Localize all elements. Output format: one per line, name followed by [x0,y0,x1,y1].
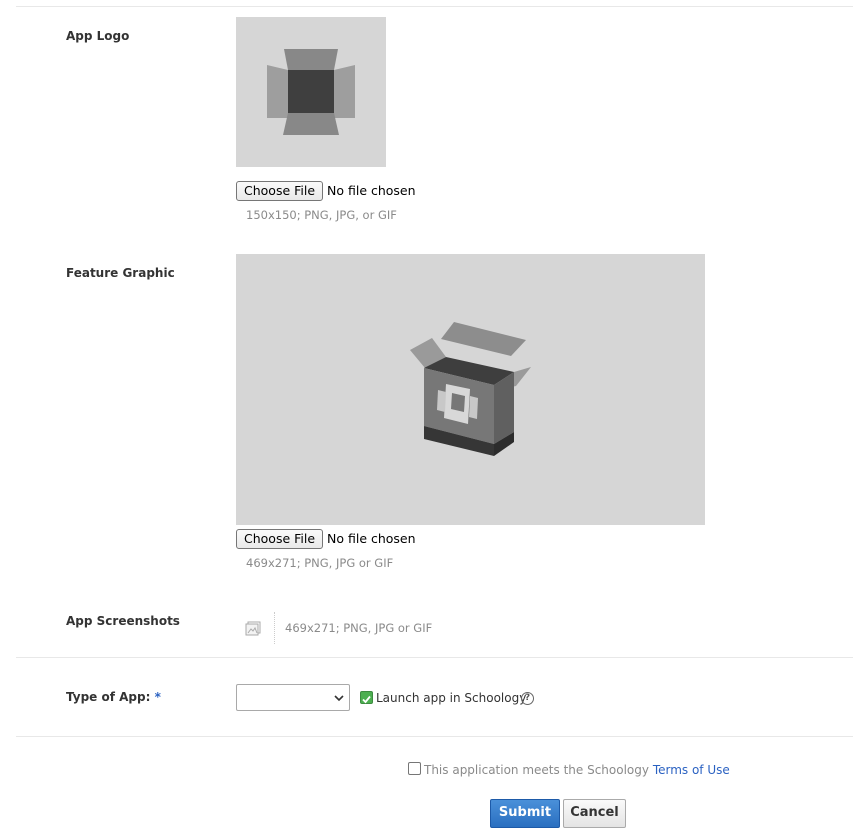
terms-of-use-link[interactable]: Terms of Use [653,763,730,777]
feature-graphic-hint: 469x271; PNG, JPG or GIF [246,556,394,570]
feature-graphic-label: Feature Graphic [66,266,175,280]
type-of-app-select[interactable] [236,684,350,711]
open-box-icon [410,322,531,456]
terms-text: This application meets the Schoology Ter… [424,763,730,777]
launch-app-label: Launch app in Schoology [376,691,527,705]
cancel-button[interactable]: Cancel [563,799,626,828]
type-of-app-label-text: Type of App: [66,690,151,704]
type-of-app-label: Type of App: * [66,690,161,704]
checkmark-icon [362,695,371,704]
help-icon[interactable]: ? [521,692,534,705]
feature-graphic-file-status: No file chosen [327,531,416,546]
app-screenshots-hint: 469x271; PNG, JPG or GIF [285,621,433,635]
app-logo-placeholder [236,17,386,167]
app-logo-hint: 150x150; PNG, JPG, or GIF [246,208,397,222]
chevron-down-icon [334,695,344,702]
screenshots-dotted-divider [274,612,275,644]
app-screenshots-label: App Screenshots [66,614,180,628]
launch-app-checkbox[interactable] [360,691,373,704]
submit-button[interactable]: Submit [490,799,560,828]
open-box-top-icon [267,49,355,135]
required-marker: * [154,690,161,704]
feature-graphic-choose-file-button[interactable]: Choose File [236,529,324,549]
feature-graphic-placeholder [236,254,705,525]
app-logo-label: App Logo [66,29,130,43]
terms-checkbox[interactable] [408,762,421,775]
app-screenshots-upload-button[interactable] [244,618,264,638]
section-divider-1 [16,657,853,658]
terms-statement: This application meets the Schoology [424,763,649,777]
top-divider [16,6,853,7]
app-logo-choose-file-button[interactable]: Choose File [236,181,324,201]
app-logo-file-status: No file chosen [327,183,416,198]
image-upload-icon [245,621,261,636]
section-divider-2 [16,736,853,737]
